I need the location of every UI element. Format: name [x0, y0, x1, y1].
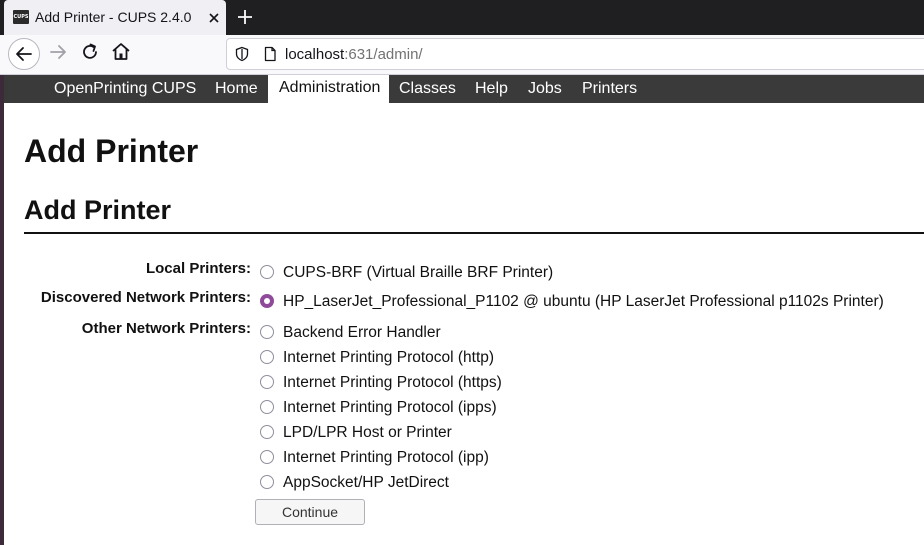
- browser-tab[interactable]: CUPS Add Printer - CUPS 2.4.0: [4, 0, 226, 35]
- cups-menu-bar: OpenPrinting CUPS Home Administration Cl…: [4, 75, 924, 103]
- menu-item-home[interactable]: Home: [215, 80, 258, 98]
- menu-item-jobs[interactable]: Jobs: [528, 80, 562, 98]
- discovered-network-printers-label: Discovered Network Printers:: [40, 289, 251, 306]
- reload-button[interactable]: [78, 40, 102, 64]
- browser-tabstrip: CUPS Add Printer - CUPS 2.4.0: [0, 0, 924, 35]
- back-button[interactable]: [8, 38, 40, 70]
- option-label: Backend Error Handler: [283, 324, 441, 341]
- url-text[interactable]: localhost:631/admin/: [285, 46, 423, 63]
- home-button[interactable]: [109, 40, 133, 64]
- continue-button[interactable]: Continue: [255, 499, 365, 525]
- reload-icon: [83, 43, 97, 59]
- radio-button[interactable]: [260, 325, 274, 339]
- cups-favicon-icon: CUPS: [13, 10, 29, 24]
- option-label: HP_LaserJet_Professional_P1102 @ ubuntu …: [283, 293, 884, 310]
- close-icon[interactable]: [206, 10, 222, 26]
- option-label: Internet Printing Protocol (ipp): [283, 449, 489, 466]
- page-content: OpenPrinting CUPS Home Administration Cl…: [4, 75, 924, 545]
- page-info-icon[interactable]: [262, 46, 278, 62]
- radio-button[interactable]: [260, 375, 274, 389]
- radio-button[interactable]: [260, 350, 274, 364]
- forward-button[interactable]: [46, 40, 70, 64]
- radio-button[interactable]: [260, 265, 274, 279]
- menu-item-help[interactable]: Help: [475, 80, 508, 98]
- menu-item-classes[interactable]: Classes: [399, 80, 456, 98]
- radio-button[interactable]: [260, 425, 274, 439]
- url-path: :631/admin/: [344, 46, 423, 63]
- radio-button[interactable]: [260, 475, 274, 489]
- other-network-printers-label: Other Network Printers:: [81, 320, 251, 337]
- new-tab-plus-icon[interactable]: [236, 8, 254, 26]
- tab-title: Add Printer - CUPS 2.4.0: [35, 9, 192, 25]
- section-title: Add Printer: [24, 195, 172, 225]
- menu-item-administration[interactable]: Administration: [268, 75, 389, 103]
- menu-item-administration-label: Administration: [279, 79, 381, 96]
- menu-item-printers[interactable]: Printers: [582, 80, 637, 98]
- shield-icon[interactable]: [234, 46, 250, 62]
- option-label: Internet Printing Protocol (http): [283, 349, 495, 366]
- option-label: LPD/LPR Host or Printer: [283, 424, 452, 441]
- option-label: CUPS-BRF (Virtual Braille BRF Printer): [283, 264, 554, 281]
- browser-navbar: localhost:631/admin/: [0, 35, 924, 75]
- section-divider: [24, 232, 924, 234]
- option-label: Internet Printing Protocol (https): [283, 374, 502, 391]
- page-title: Add Printer: [24, 133, 199, 169]
- local-printers-label: Local Printers:: [145, 260, 251, 277]
- home-icon: [112, 43, 130, 60]
- menu-item-openprinting-cups[interactable]: OpenPrinting CUPS: [54, 80, 196, 98]
- option-label: Internet Printing Protocol (ipps): [283, 399, 497, 416]
- url-bar[interactable]: localhost:631/admin/: [226, 38, 924, 70]
- radio-button-selected[interactable]: [260, 294, 274, 308]
- option-label: AppSocket/HP JetDirect: [283, 474, 449, 491]
- arrow-right-icon: [50, 45, 66, 59]
- radio-button[interactable]: [260, 450, 274, 464]
- arrow-left-icon: [16, 47, 32, 61]
- url-host: localhost: [285, 46, 345, 63]
- radio-button[interactable]: [260, 400, 274, 414]
